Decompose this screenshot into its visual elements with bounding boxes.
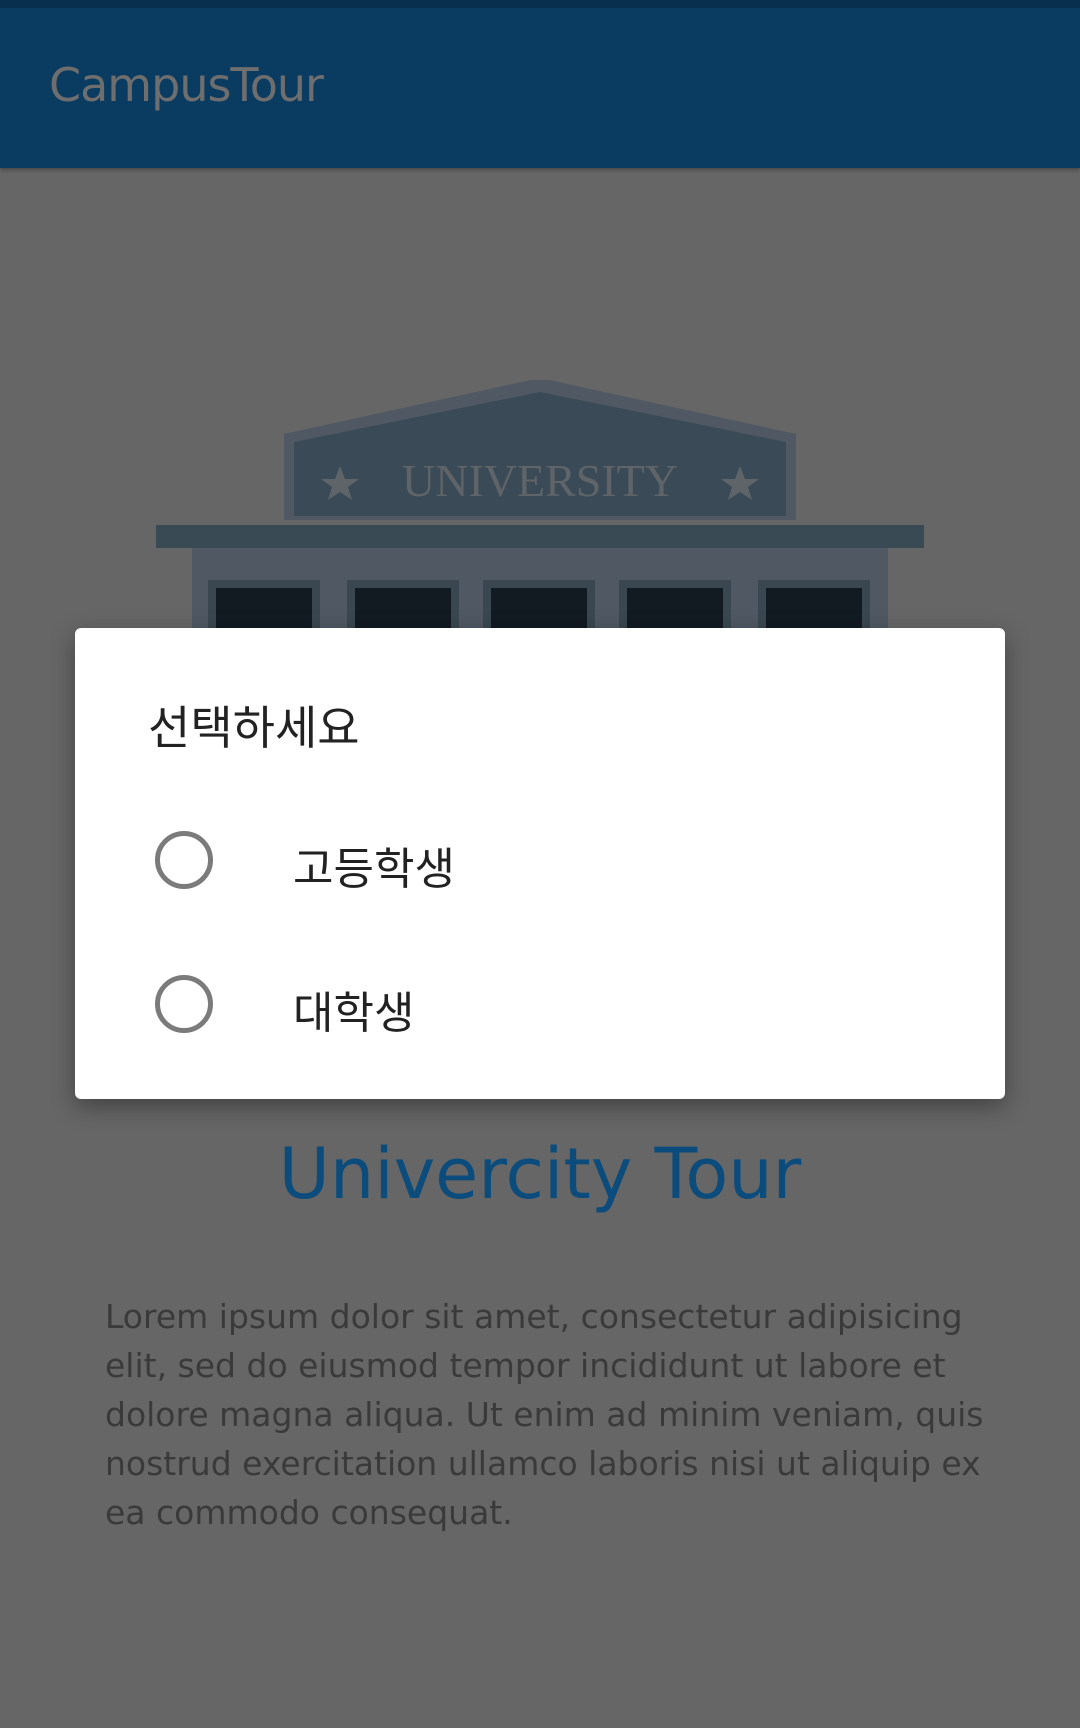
university-building-illustration: UNIVERSITY — [156, 380, 924, 640]
radio-button[interactable] — [155, 975, 213, 1033]
university-sign: UNIVERSITY — [402, 455, 678, 506]
page-title: Univercity Tour — [278, 1133, 802, 1215]
selection-dialog: 선택하세요 고등학생 대학생 — [75, 628, 1005, 1099]
status-bar — [0, 0, 1080, 8]
description-text: Lorem ipsum dolor sit amet, consectetur … — [105, 1297, 984, 1532]
option-label: 대학생 — [293, 988, 415, 1039]
app-bar: CampusTour — [0, 0, 1080, 168]
option-university-student[interactable]: 대학생 — [75, 939, 1005, 1069]
option-label: 고등학생 — [293, 844, 455, 895]
dialog-title: 선택하세요 — [148, 701, 360, 755]
radio-button[interactable] — [155, 831, 213, 889]
option-high-school-student[interactable]: 고등학생 — [75, 795, 1005, 925]
app-title: CampusTour — [49, 58, 324, 112]
